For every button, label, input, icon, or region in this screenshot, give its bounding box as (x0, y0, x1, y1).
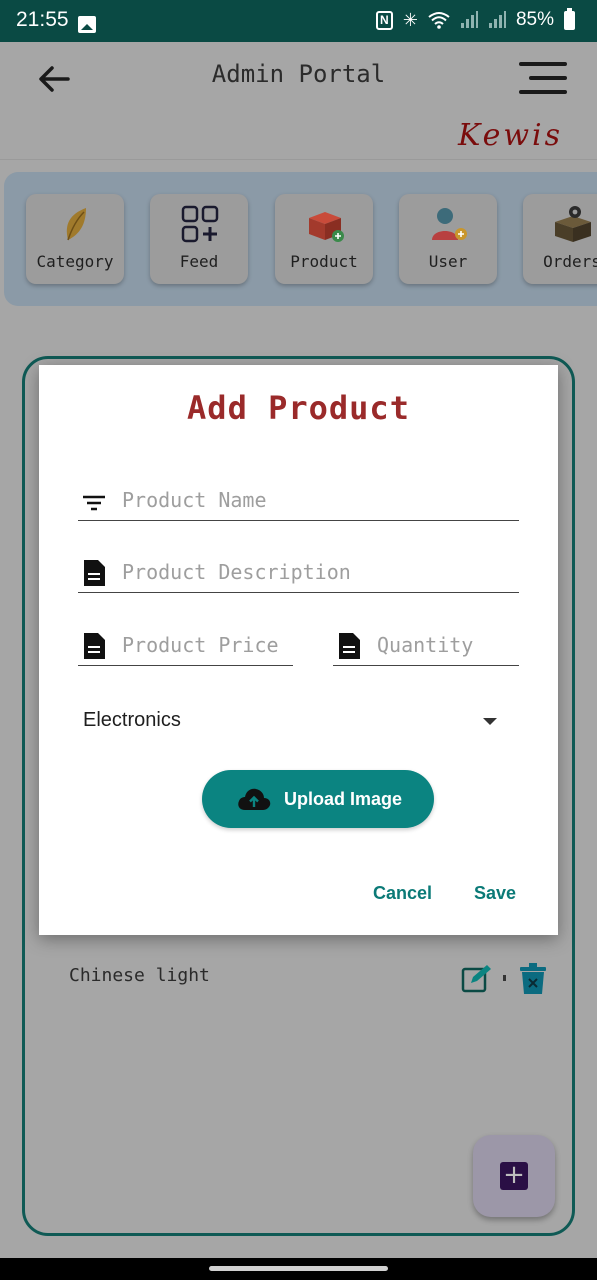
document-icon (84, 633, 105, 659)
user-add-icon (432, 208, 467, 240)
user-label: User (428, 252, 468, 271)
quantity-field[interactable] (333, 624, 519, 666)
page-title: Admin Portal (211, 60, 386, 88)
box-add-icon (309, 212, 344, 242)
app-bar: Admin Portal Kewis (0, 42, 597, 160)
product-price-input[interactable] (122, 630, 293, 660)
category-card-user[interactable]: User (399, 194, 497, 284)
cancel-button[interactable]: Cancel (373, 883, 432, 904)
plus-icon: + (500, 1162, 528, 1190)
signal-icon-2 (488, 11, 506, 29)
add-fab-button[interactable]: + (473, 1135, 555, 1217)
home-gesture-handle[interactable] (209, 1266, 388, 1271)
list-item-title: Chinese light (69, 965, 210, 986)
filter-icon (83, 495, 105, 511)
dropdown-arrow-icon[interactable] (483, 718, 497, 725)
category-card-product[interactable]: Product (275, 194, 373, 284)
photo-notification-icon (78, 16, 96, 33)
upload-image-button[interactable]: Upload Image (202, 770, 434, 828)
product-description-field[interactable] (78, 551, 519, 593)
item-separator (503, 975, 506, 981)
status-time: 21:55 (16, 8, 69, 31)
system-nav-bar (0, 1258, 597, 1280)
status-bar: 21:55 N ✳ 85% (0, 0, 597, 42)
category-card-category[interactable]: Category (26, 194, 124, 284)
status-icons: N ✳ 85% (375, 7, 575, 31)
battery-icon (564, 7, 575, 30)
brand-logo: Kewis (457, 118, 563, 153)
product-name-input[interactable] (122, 485, 519, 515)
bluetooth-icon: ✳ (402, 9, 418, 30)
battery-percent: 85% (515, 9, 554, 30)
menu-icon[interactable] (519, 60, 567, 96)
delete-icon[interactable] (519, 963, 547, 995)
box-gear-icon (555, 206, 591, 242)
leaf-icon (66, 208, 86, 241)
grid-plus-icon (181, 205, 219, 243)
edit-icon[interactable] (461, 963, 491, 993)
nfc-icon: N (375, 10, 393, 30)
quantity-input[interactable] (377, 630, 519, 660)
dialog-title: Add Product (187, 389, 410, 427)
category-strip: Category Feed Product User Orders (4, 172, 597, 306)
category-card-feed[interactable]: Feed (150, 194, 248, 284)
category-select[interactable]: Electronics (83, 709, 181, 732)
category-card-orders[interactable]: Orders (523, 194, 597, 284)
product-name-field[interactable] (78, 479, 519, 521)
wifi-icon (428, 11, 450, 29)
document-icon (339, 633, 360, 659)
product-price-field[interactable] (78, 624, 293, 666)
upload-image-label: Upload Image (284, 789, 403, 809)
document-icon (84, 560, 105, 586)
product-description-input[interactable] (122, 557, 519, 587)
category-label: Category (36, 252, 114, 271)
product-label: Product (290, 252, 358, 271)
cloud-upload-icon (238, 788, 271, 810)
feed-label: Feed (179, 252, 219, 271)
signal-icon (460, 11, 478, 29)
save-button[interactable]: Save (474, 883, 516, 904)
add-product-dialog: Add Product Electronics U (39, 365, 558, 935)
orders-label: Orders (543, 252, 597, 271)
